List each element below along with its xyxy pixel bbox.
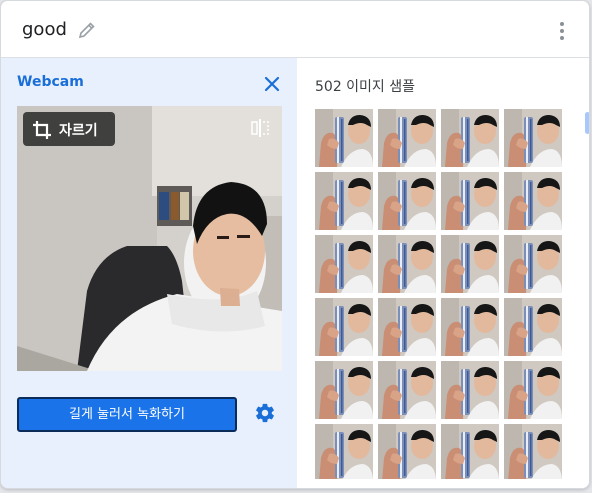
class-title[interactable]: good — [22, 19, 67, 40]
sample-thumbnail[interactable] — [315, 172, 373, 230]
crop-label: 자르기 — [59, 123, 98, 139]
samples-panel: 502 이미지 샘플 — [297, 58, 589, 488]
close-icon[interactable] — [263, 75, 281, 93]
more-vert-icon[interactable] — [552, 19, 572, 43]
sample-thumbnail[interactable] — [378, 172, 436, 230]
sample-thumbnail[interactable] — [315, 424, 373, 479]
crop-icon — [33, 121, 51, 139]
sample-thumbnail[interactable] — [315, 298, 373, 356]
webcam-panel: Webcam 자르기 길게 눌러서 녹화하기 — [1, 58, 297, 488]
webcam-label: Webcam — [17, 74, 84, 90]
samples-count-title: 502 이미지 샘플 — [315, 79, 416, 95]
webcam-preview: 자르기 — [17, 106, 282, 371]
sample-thumbnail[interactable] — [378, 424, 436, 479]
sample-thumbnail[interactable] — [504, 235, 562, 293]
sample-thumbnail[interactable] — [504, 109, 562, 167]
sample-thumbnail[interactable] — [504, 298, 562, 356]
sample-thumbnail[interactable] — [315, 109, 373, 167]
flip-icon[interactable] — [250, 118, 270, 138]
crop-button[interactable]: 자르기 — [23, 112, 115, 146]
pencil-icon[interactable] — [77, 20, 97, 40]
sample-thumbnail[interactable] — [441, 235, 499, 293]
samples-scrollbar[interactable] — [583, 110, 589, 484]
sample-thumbnail[interactable] — [441, 424, 499, 479]
sample-thumbnail[interactable] — [441, 109, 499, 167]
sample-thumbnail[interactable] — [441, 361, 499, 419]
sample-thumbnail[interactable] — [504, 424, 562, 479]
sample-thumbnail[interactable] — [504, 361, 562, 419]
project-card: good Webcam 자르기 길게 눌러서 녹화하기 502 이미지 샘플 — [0, 0, 590, 489]
sample-thumbnail[interactable] — [378, 298, 436, 356]
sample-thumbnail[interactable] — [315, 235, 373, 293]
sample-thumbnail[interactable] — [315, 361, 373, 419]
samples-grid[interactable] — [315, 109, 565, 479]
hold-to-record-button[interactable]: 길게 눌러서 녹화하기 — [17, 397, 237, 432]
sample-thumbnail[interactable] — [378, 235, 436, 293]
sample-thumbnail[interactable] — [378, 361, 436, 419]
sample-thumbnail[interactable] — [378, 109, 436, 167]
gear-icon[interactable] — [254, 402, 276, 424]
sample-thumbnail[interactable] — [504, 172, 562, 230]
scroll-thumb[interactable] — [585, 112, 589, 134]
card-header: good — [1, 1, 589, 58]
sample-thumbnail[interactable] — [441, 298, 499, 356]
sample-thumbnail[interactable] — [441, 172, 499, 230]
